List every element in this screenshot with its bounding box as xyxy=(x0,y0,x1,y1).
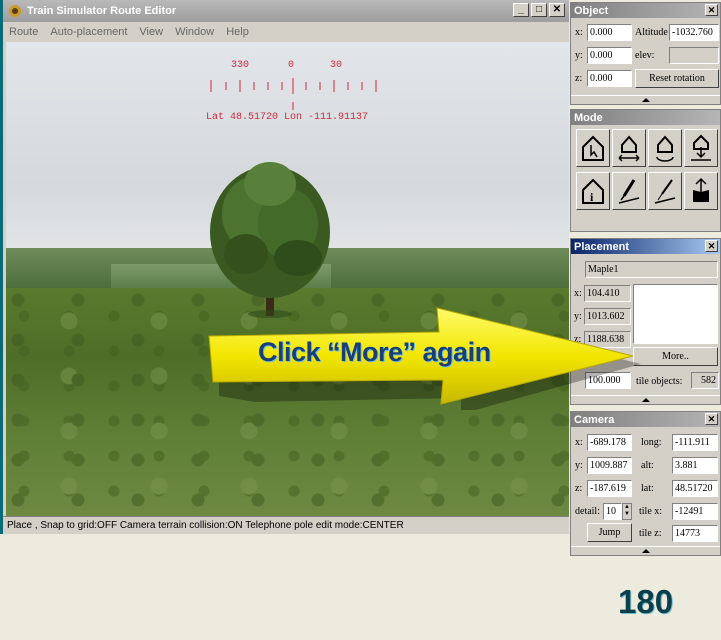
drop-mode-button[interactable] xyxy=(684,129,718,167)
object-panel: Object ✕ x: 0.000 y: 0.000 z: 0.000 Alti… xyxy=(570,2,721,105)
window-title-bar[interactable]: Train Simulator Route Editor _ □ ✕ xyxy=(3,0,569,22)
raise-mode-button[interactable] xyxy=(684,172,718,210)
camera-panel: Camera ✕ x: -689.178 y: 1009.887 z: -187… xyxy=(570,411,721,556)
terrain-smooth-mode-button[interactable] xyxy=(648,172,682,210)
rotate-mode-button[interactable] xyxy=(648,129,682,167)
rotate-icon xyxy=(656,135,674,162)
object-altitude-label: Altitude xyxy=(635,27,668,38)
lat-lon-readout: Lat 48.51720 Lon -111.91137 xyxy=(206,112,369,123)
placement-panel-title[interactable]: Placement ✕ xyxy=(571,239,720,254)
placement-panel-title-text: Placement xyxy=(574,240,630,253)
object-elev-field[interactable] xyxy=(669,47,719,64)
menu-bar: Route Auto-placement View Window Help xyxy=(3,22,569,42)
object-panel-collapse[interactable] xyxy=(571,95,720,104)
camera-x-field[interactable]: -689.178 xyxy=(587,434,632,451)
camera-lat-label: lat: xyxy=(641,483,654,494)
window-title: Train Simulator Route Editor xyxy=(27,5,177,17)
status-bar: Place , Snap to grid:OFF Camera terrain … xyxy=(3,516,569,534)
maple-tree[interactable] xyxy=(206,154,336,319)
page-number: 180 xyxy=(618,583,674,620)
move-mode-button[interactable] xyxy=(612,129,646,167)
camera-tile-z-field[interactable]: 14773 xyxy=(672,525,718,542)
camera-x-label: x: xyxy=(575,437,583,448)
detail-spinner[interactable]: ▲ ▼ xyxy=(622,503,632,520)
compass-label-0: 0 xyxy=(288,60,295,71)
placement-panel-close-icon[interactable]: ✕ xyxy=(705,240,718,252)
maximize-button[interactable]: □ xyxy=(531,3,547,17)
camera-z-field[interactable]: -187.619 xyxy=(587,480,632,497)
camera-long-label: long: xyxy=(641,437,662,448)
minimize-button[interactable]: _ xyxy=(513,3,529,17)
select-mode-button[interactable] xyxy=(576,129,610,167)
raise-icon xyxy=(693,177,709,202)
mode-panel: Mode i xyxy=(570,109,721,232)
mode-panel-title-text: Mode xyxy=(574,111,603,124)
close-button[interactable]: ✕ xyxy=(549,3,565,17)
tile-objects-count: 582 xyxy=(691,372,719,389)
camera-alt-field[interactable]: 3.881 xyxy=(672,457,718,474)
camera-tile-z-label: tile z: xyxy=(639,528,662,539)
object-altitude-field[interactable]: -1032.760 xyxy=(669,24,719,41)
camera-panel-collapse[interactable] xyxy=(571,546,720,555)
placement-x-field[interactable]: 104.410 xyxy=(584,285,631,302)
object-z-field[interactable]: 0.000 xyxy=(587,70,632,87)
object-panel-title-text: Object xyxy=(574,4,609,17)
app-icon xyxy=(9,5,21,17)
camera-panel-close-icon[interactable]: ✕ xyxy=(705,413,718,425)
camera-alt-label: alt: xyxy=(641,460,654,471)
camera-panel-title-text: Camera xyxy=(574,413,615,426)
reset-rotation-button[interactable]: Reset rotation xyxy=(635,69,719,88)
more-button[interactable]: More.. xyxy=(633,347,718,366)
menu-help[interactable]: Help xyxy=(220,26,255,38)
placement-object-name[interactable]: Maple1 xyxy=(585,261,718,278)
camera-tile-x-label: tile x: xyxy=(639,506,663,517)
route-editor-window: Train Simulator Route Editor _ □ ✕ Route… xyxy=(0,0,569,534)
jump-button[interactable]: Jump xyxy=(587,523,632,542)
menu-route[interactable]: Route xyxy=(3,26,44,38)
camera-tile-x-field[interactable]: -12491 xyxy=(672,503,718,520)
camera-y-label: y: xyxy=(575,460,583,471)
camera-long-field[interactable]: -111.911 xyxy=(672,434,718,451)
placement-preview xyxy=(633,284,718,344)
terrain-paint-icon xyxy=(618,179,640,204)
mode-panel-title[interactable]: Mode xyxy=(571,110,720,125)
select-icon xyxy=(582,135,604,161)
object-x-field[interactable]: 0.000 xyxy=(587,24,632,41)
terrain-paint-mode-button[interactable] xyxy=(612,172,646,210)
camera-panel-title[interactable]: Camera ✕ xyxy=(571,412,720,427)
menu-window[interactable]: Window xyxy=(169,26,220,38)
object-panel-title[interactable]: Object ✕ xyxy=(571,3,720,18)
drop-icon xyxy=(691,134,711,161)
compass-label-30: 30 xyxy=(330,60,343,71)
3d-viewport[interactable]: 330 0 30 Lat 48.51720 Lon -111.91137 xyxy=(6,42,569,516)
object-y-label: y: xyxy=(575,50,583,61)
tutorial-arrow-text: Click “More” again xyxy=(258,337,491,367)
object-z-label: z: xyxy=(575,73,583,84)
info-mode-button[interactable]: i xyxy=(576,172,610,210)
terrain-smooth-icon xyxy=(654,179,676,204)
object-y-field[interactable]: 0.000 xyxy=(587,47,632,64)
object-x-label: x: xyxy=(575,27,583,38)
object-panel-close-icon[interactable]: ✕ xyxy=(705,4,718,16)
compass-label-330: 330 xyxy=(231,60,250,71)
move-icon xyxy=(618,135,640,162)
camera-detail-field[interactable]: 10 xyxy=(603,503,622,520)
camera-lat-field[interactable]: 48.51720 xyxy=(672,480,718,497)
camera-y-field[interactable]: 1009.887 xyxy=(587,457,632,474)
camera-detail-label: detail: xyxy=(575,506,600,517)
placement-x-label: x: xyxy=(574,288,582,299)
camera-z-label: z: xyxy=(575,483,583,494)
menu-auto-placement[interactable]: Auto-placement xyxy=(44,26,133,38)
menu-view[interactable]: View xyxy=(133,26,169,38)
svg-text:i: i xyxy=(590,190,594,204)
info-icon: i xyxy=(582,178,604,204)
object-elev-label: elev: xyxy=(635,50,655,61)
